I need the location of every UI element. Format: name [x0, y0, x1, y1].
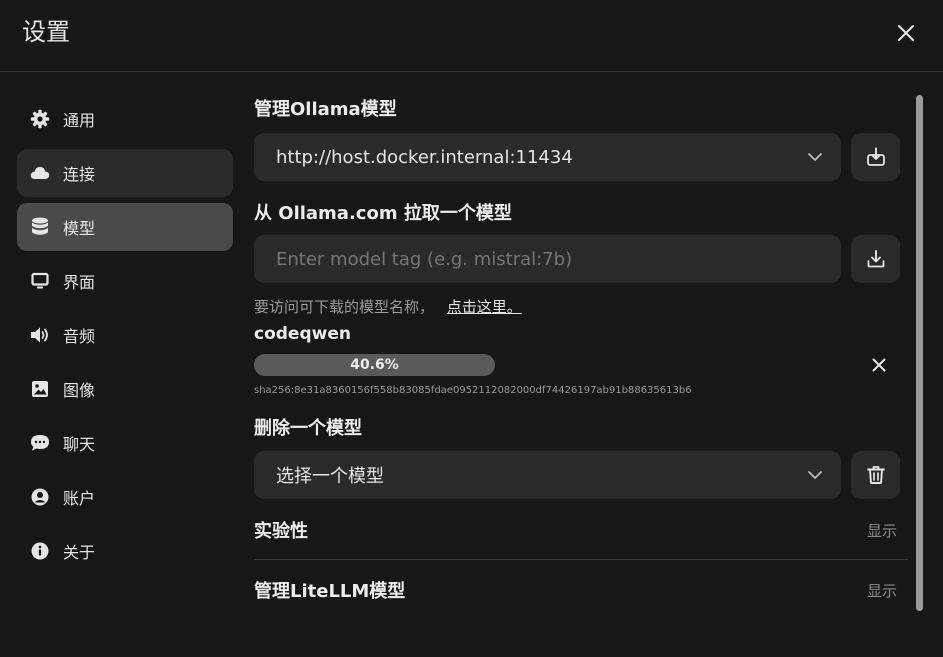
delete-model-select[interactable]: 选择一个模型	[254, 451, 841, 499]
litellm-title: 管理LiteLLM模型	[254, 581, 406, 602]
download-icon	[866, 147, 885, 166]
sidebar-item-chat[interactable]: 聊天	[17, 419, 233, 467]
experimental-title: 实验性	[254, 521, 308, 542]
delete-model-value: 选择一个模型	[276, 466, 384, 487]
sidebar-item-label: 账户	[63, 489, 96, 508]
sidebar-item-label: 关于	[63, 543, 96, 562]
delete-model-button[interactable]	[851, 451, 900, 499]
scrollbar-thumb[interactable]	[916, 95, 923, 611]
user-circle-icon	[30, 487, 50, 507]
close-button[interactable]	[893, 20, 919, 46]
sidebar-item-label: 音频	[63, 327, 96, 346]
download-digest: sha256:8e31a8360156f558b83085fdae0952112…	[254, 385, 692, 396]
database-icon	[30, 217, 50, 237]
pull-model-title: 从 Ollama.com 拉取一个模型	[254, 203, 512, 224]
monitor-icon	[30, 271, 50, 291]
scrollbar[interactable]	[916, 95, 923, 611]
model-hint: 要访问可下载的模型名称， 点击这里。	[254, 296, 522, 317]
hint-link[interactable]: 点击这里。	[447, 298, 522, 316]
sidebar-item-label: 通用	[63, 111, 96, 130]
chevron-down-icon	[808, 471, 822, 479]
sidebar-item-general[interactable]: 通用	[17, 95, 233, 143]
cancel-download-button[interactable]	[867, 353, 891, 377]
experimental-show-toggle[interactable]: 显示	[867, 520, 897, 541]
info-icon	[30, 541, 50, 561]
sidebar-item-label: 聊天	[63, 435, 96, 454]
section-divider	[254, 559, 908, 560]
manage-ollama-title: 管理Ollama模型	[254, 99, 397, 120]
close-icon	[872, 358, 886, 372]
speaker-icon	[30, 325, 50, 345]
download-icon	[867, 250, 884, 268]
sidebar-item-images[interactable]: 图像	[17, 365, 233, 413]
trash-icon	[866, 466, 885, 484]
hint-text: 要访问可下载的模型名称，	[254, 298, 435, 316]
download-progress-bar: 40.6%	[254, 354, 495, 376]
download-model-name: codeqwen	[254, 324, 351, 344]
pull-model-button[interactable]	[851, 235, 900, 283]
sidebar-item-label: 界面	[63, 273, 96, 292]
image-icon	[30, 379, 50, 399]
sidebar-item-label: 图像	[63, 381, 96, 400]
cloud-icon	[30, 163, 50, 183]
progress-label: 40.6%	[350, 357, 399, 373]
update-models-button[interactable]	[851, 133, 900, 181]
sidebar-item-about[interactable]: 关于	[17, 527, 233, 575]
sidebar-item-account[interactable]: 账户	[17, 473, 233, 521]
chat-icon	[30, 433, 50, 453]
ollama-url-value: http://host.docker.internal:11434	[276, 146, 573, 168]
settings-sidebar: 通用 连接 模型 界面 音频 图像 聊天 账户 关于	[17, 95, 233, 581]
dialog-header: 设置	[0, 0, 943, 72]
delete-model-title: 删除一个模型	[254, 418, 362, 439]
sidebar-item-label: 连接	[63, 165, 96, 184]
sidebar-item-connections[interactable]: 连接	[17, 149, 233, 197]
sidebar-item-interface[interactable]: 界面	[17, 257, 233, 305]
close-icon	[898, 25, 914, 41]
ollama-url-select[interactable]: http://host.docker.internal:11434	[254, 133, 841, 181]
model-tag-input[interactable]	[254, 235, 841, 283]
dialog-title: 设置	[22, 18, 70, 46]
sidebar-item-models[interactable]: 模型	[17, 203, 233, 251]
sidebar-item-label: 模型	[63, 219, 96, 238]
litellm-show-toggle[interactable]: 显示	[867, 580, 897, 601]
chevron-down-icon	[808, 153, 822, 161]
sidebar-item-audio[interactable]: 音频	[17, 311, 233, 359]
gear-icon	[30, 109, 50, 129]
